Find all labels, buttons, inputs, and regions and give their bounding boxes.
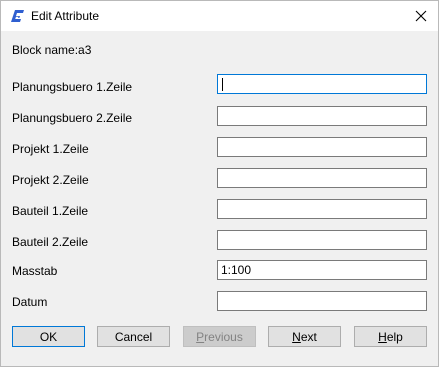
label-projekt-1: Projekt 1.Zeile xyxy=(12,142,89,156)
cancel-button[interactable]: Cancel xyxy=(97,326,170,347)
title-bar: Edit Attribute xyxy=(1,1,438,31)
text-caret xyxy=(222,78,223,91)
field-projekt-2[interactable] xyxy=(217,168,427,188)
block-name-label: Block name:a3 xyxy=(12,43,92,57)
window-title: Edit Attribute xyxy=(31,9,100,23)
next-button[interactable]: Next xyxy=(268,326,341,347)
previous-button[interactable]: Previous xyxy=(183,326,256,347)
label-masstab: Masstab xyxy=(12,264,58,278)
edit-attribute-dialog: Edit Attribute Block name:a3 Planungsbue… xyxy=(0,0,439,367)
label-planungsbuero-1: Planungsbuero 1.Zeile xyxy=(12,80,133,94)
label-bauteil-1: Bauteil 1.Zeile xyxy=(12,204,89,218)
field-bauteil-2[interactable] xyxy=(217,230,427,250)
close-button[interactable] xyxy=(404,1,438,31)
next-button-mnemonic: N xyxy=(292,329,301,344)
label-bauteil-2: Bauteil 2.Zeile xyxy=(12,235,89,249)
field-bauteil-1[interactable] xyxy=(217,199,427,219)
help-button[interactable]: Help xyxy=(354,326,427,347)
field-planungsbuero-1[interactable] xyxy=(217,74,427,94)
label-datum: Datum xyxy=(12,295,48,309)
field-datum[interactable] xyxy=(217,291,427,311)
field-projekt-1[interactable] xyxy=(217,137,427,157)
app-logo-icon xyxy=(11,9,25,23)
previous-button-mnemonic: P xyxy=(196,329,205,344)
help-button-mnemonic: H xyxy=(378,329,387,344)
help-button-label: elp xyxy=(386,329,403,344)
label-planungsbuero-2: Planungsbuero 2.Zeile xyxy=(12,111,133,125)
field-masstab[interactable] xyxy=(217,260,427,280)
next-button-label: ext xyxy=(300,329,317,344)
close-icon xyxy=(415,10,427,22)
field-planungsbuero-2[interactable] xyxy=(217,106,427,126)
ok-button[interactable]: OK xyxy=(12,326,85,347)
previous-button-label: revious xyxy=(204,329,243,344)
label-projekt-2: Projekt 2.Zeile xyxy=(12,173,89,187)
